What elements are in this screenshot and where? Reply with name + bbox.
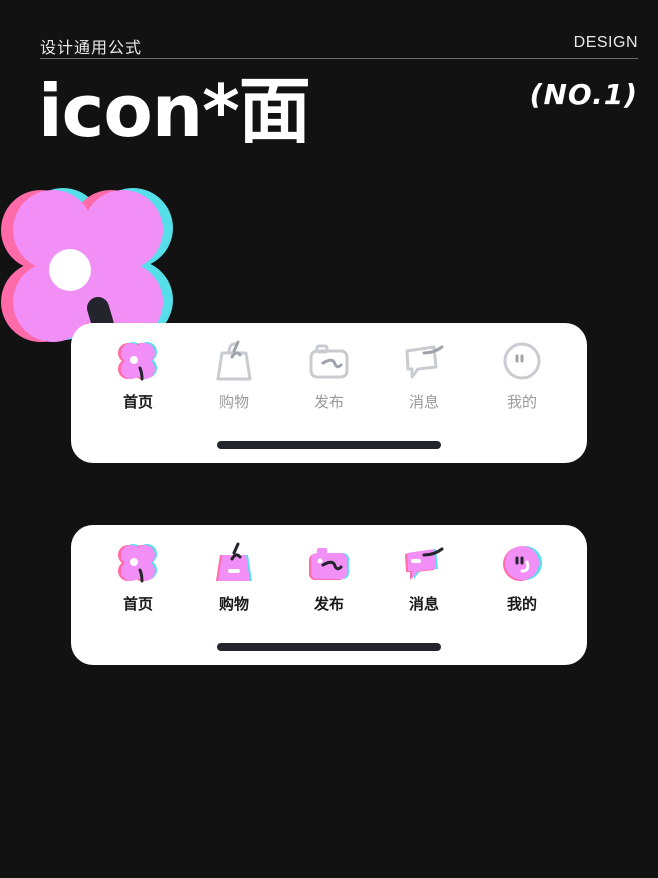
tab-publish[interactable]: 发布 [304, 339, 354, 411]
tab-bar-filled: 首页 购物 发布 消息 我的 [71, 525, 587, 665]
tab-label: 购物 [218, 595, 249, 613]
header: 设计通用公式 DESIGN [40, 30, 638, 58]
subtitle: 设计通用公式 [40, 38, 143, 57]
smiley-face-icon [503, 546, 542, 581]
tab-label: 消息 [408, 393, 439, 411]
tab-shopping[interactable]: 购物 [209, 541, 259, 613]
message-bubble-icon [405, 547, 444, 580]
tab-publish[interactable]: 发布 [304, 541, 354, 613]
smiley-face-icon [503, 342, 541, 380]
header-divider [40, 58, 638, 59]
tab-label: 首页 [122, 393, 153, 411]
tab-home[interactable]: 首页 [113, 541, 163, 613]
tab-bar-outline: 首页 购物 发布 消息 我的 [71, 323, 587, 463]
flower-icon [118, 544, 157, 583]
tab-profile[interactable]: 我的 [497, 339, 547, 411]
tab-label: 购物 [218, 393, 249, 411]
tab-messages[interactable]: 消息 [399, 541, 449, 613]
tab-label: 消息 [408, 595, 439, 613]
tab-label: 我的 [506, 595, 537, 613]
tab-messages[interactable]: 消息 [399, 339, 449, 411]
issue-number: (NO.1) [529, 78, 638, 111]
shopping-bag-icon [216, 542, 252, 581]
page-title: icon*面 [38, 69, 311, 153]
camera-icon [309, 548, 349, 580]
tab-shopping[interactable]: 购物 [209, 339, 259, 411]
tab-label: 首页 [122, 595, 153, 613]
tab-profile[interactable]: 我的 [497, 541, 547, 613]
message-bubble-icon [405, 345, 444, 379]
tab-label: 我的 [506, 393, 537, 411]
home-indicator [217, 441, 441, 449]
shopping-bag-icon [216, 340, 252, 381]
home-indicator [217, 643, 441, 651]
tab-home[interactable]: 首页 [113, 339, 163, 411]
camera-icon [309, 344, 349, 379]
brand-label: DESIGN [573, 34, 638, 51]
tab-label: 发布 [313, 393, 344, 411]
tab-label: 发布 [313, 595, 344, 613]
flower-icon [118, 342, 157, 381]
